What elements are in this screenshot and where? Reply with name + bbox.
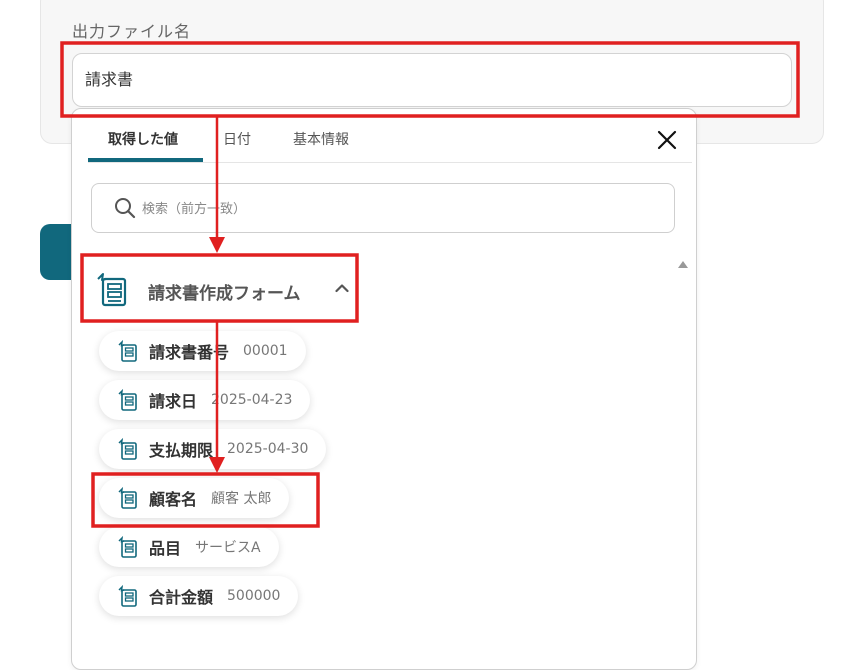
form-field-icon xyxy=(118,585,137,607)
output-filename-input[interactable]: 請求書 xyxy=(72,53,792,107)
list-item[interactable]: 支払期限 2025-04-30 xyxy=(99,429,327,469)
form-group-label: 請求書作成フォーム xyxy=(148,284,301,304)
form-trigger-icon xyxy=(97,273,127,307)
item-value: サービスA xyxy=(195,540,261,556)
item-label: 支払期限 xyxy=(149,441,214,460)
close-icon[interactable] xyxy=(656,129,678,151)
item-label: 請求書番号 xyxy=(149,343,230,362)
item-label: 合計金額 xyxy=(149,588,214,607)
chevron-up-icon[interactable] xyxy=(335,283,349,293)
item-label: 顧客名 xyxy=(149,490,198,509)
item-value: 500000 xyxy=(227,588,281,604)
value-picker-panel: 取得した値 日付 基本情報 請求書作成フォーム xyxy=(71,108,697,670)
form-field-icon xyxy=(118,536,137,558)
item-value: 00001 xyxy=(243,343,288,359)
tab-acquired-values[interactable]: 取得した値 xyxy=(108,129,178,149)
item-label: 請求日 xyxy=(149,392,198,411)
form-group-header[interactable]: 請求書作成フォーム xyxy=(90,271,350,307)
item-value: 2025-04-23 xyxy=(211,392,293,408)
item-label: 品目 xyxy=(149,539,182,558)
tab-divider xyxy=(88,162,692,163)
form-field-icon xyxy=(118,438,137,460)
search-icon xyxy=(115,198,136,219)
list-item[interactable]: 品目 サービスA xyxy=(99,527,279,567)
list-item[interactable]: 顧客名 顧客 太郎 xyxy=(99,478,290,518)
list-item[interactable]: 合計金額 500000 xyxy=(99,576,299,616)
search-box xyxy=(91,183,675,234)
form-field-icon xyxy=(118,340,137,362)
search-input[interactable] xyxy=(140,184,664,234)
tab-basic-info[interactable]: 基本情報 xyxy=(293,129,349,149)
item-value: 顧客 太郎 xyxy=(211,491,272,507)
tab-date[interactable]: 日付 xyxy=(223,129,251,149)
form-field-icon xyxy=(118,487,137,509)
list-item[interactable]: 請求日 2025-04-23 xyxy=(99,380,311,420)
list-item[interactable]: 請求書番号 00001 xyxy=(99,331,306,371)
form-field-icon xyxy=(118,389,137,411)
item-value: 2025-04-30 xyxy=(227,441,309,457)
output-filename-label: 出力ファイル名 xyxy=(72,22,192,41)
scroll-up-arrow[interactable] xyxy=(678,261,688,268)
